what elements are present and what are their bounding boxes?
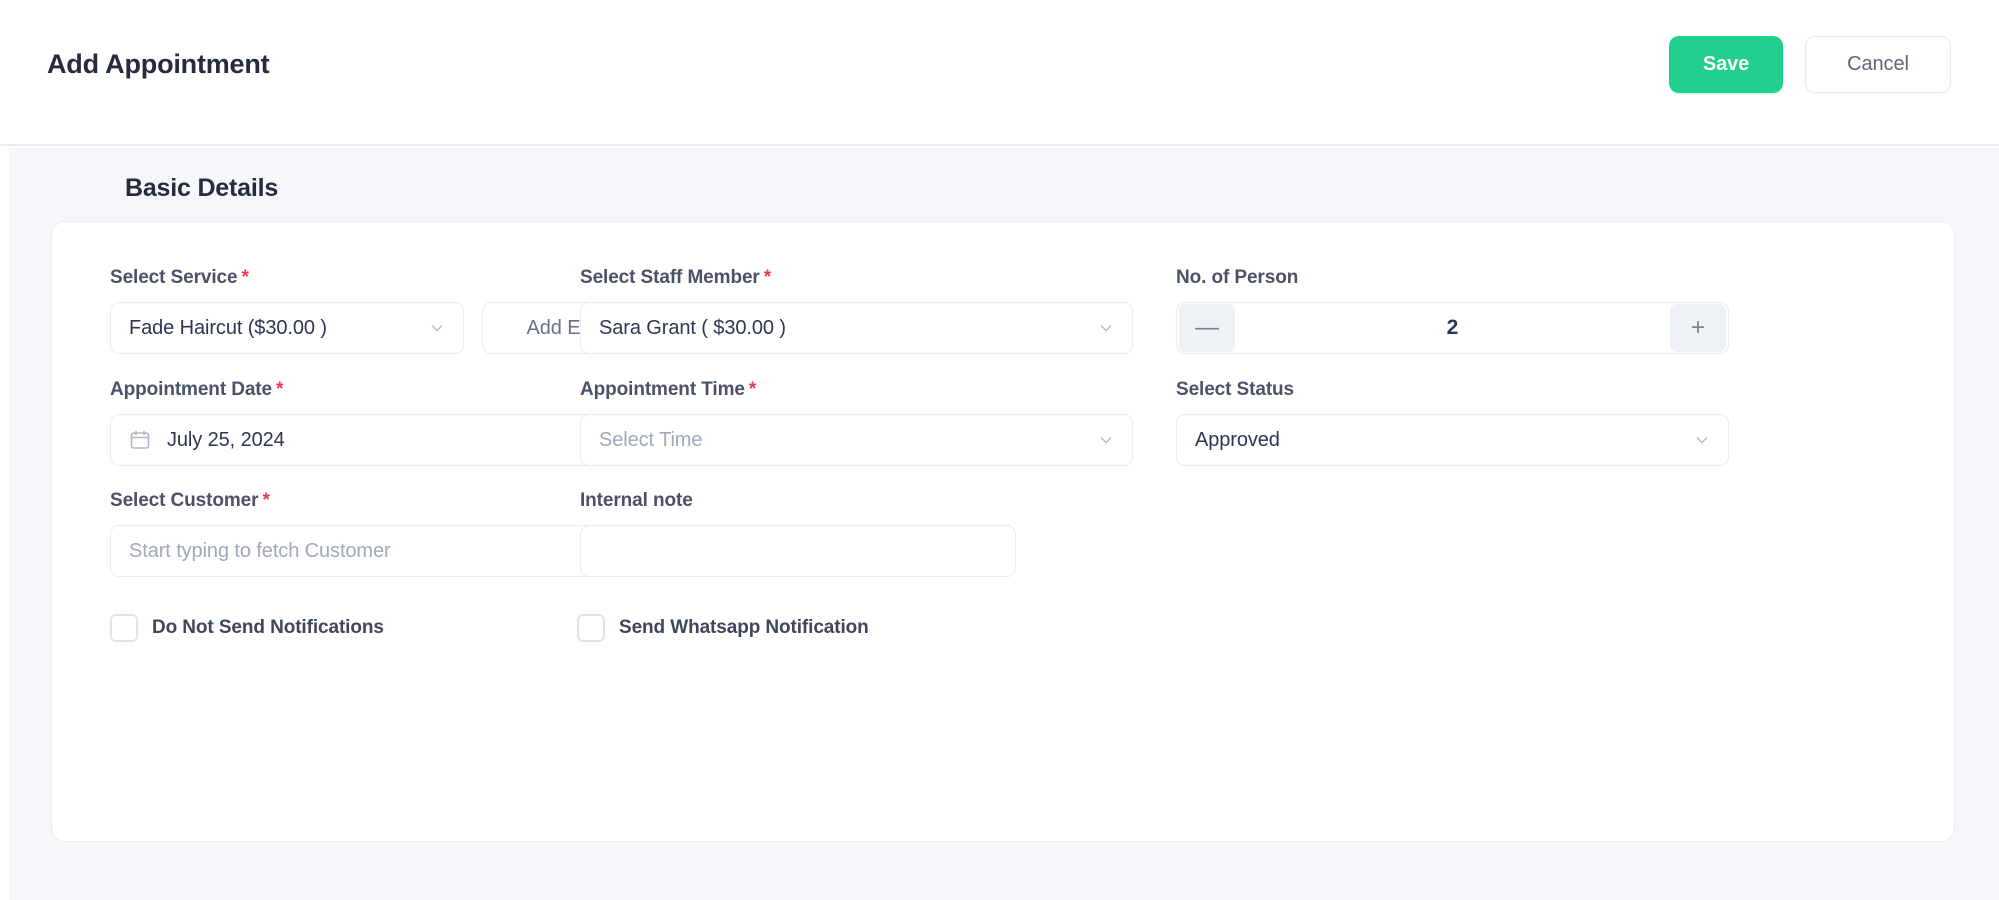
appointment-time-dropdown[interactable]: Select Time [580,414,1133,466]
chevron-down-icon [429,320,445,336]
do-not-send-notifications-label: Do Not Send Notifications [152,617,384,638]
appointment-date-input[interactable]: July 25, 2024 [110,414,604,466]
select-status-dropdown[interactable]: Approved [1176,414,1729,466]
select-service-dropdown[interactable]: Fade Haircut ($30.00 ) [110,302,464,354]
no-of-person-label: No. of Person [1176,267,1299,288]
send-whatsapp-notification-label: Send Whatsapp Notification [619,617,869,638]
internal-note-label: Internal note [580,490,693,511]
header-actions: Save Cancel [1669,36,1951,93]
page-title: Add Appointment [47,49,270,79]
select-customer-input[interactable]: Start typing to fetch Customer [110,525,604,577]
cancel-button[interactable]: Cancel [1805,36,1951,93]
add-appointment-page: Add Appointment Save Cancel Basic Detail… [0,0,1999,900]
select-customer-placeholder: Start typing to fetch Customer [129,539,391,562]
do-not-send-notifications-checkbox[interactable] [110,614,138,642]
select-customer-label: Select Customer * [110,490,270,511]
page-header: Add Appointment Save Cancel [0,0,1999,146]
appointment-time-label: Appointment Time * [580,379,757,400]
decrement-person-button[interactable]: — [1179,304,1235,352]
select-service-label: Select Service * [110,267,249,288]
appointment-time-placeholder: Select Time [599,428,703,451]
chevron-down-icon [1098,320,1114,336]
increment-person-button[interactable]: + [1670,304,1726,352]
section-heading: Basic Details [125,174,279,202]
select-staff-member-dropdown[interactable]: Sara Grant ( $30.00 ) [580,302,1133,354]
person-count-value: 2 [1446,316,1459,339]
chevron-down-icon [1694,432,1710,448]
page-body: Basic Details Select Service * Fade Hairc… [0,148,1999,900]
send-whatsapp-notification-checkbox-row[interactable]: Send Whatsapp Notification [577,614,869,642]
select-status-label: Select Status [1176,379,1295,400]
appointment-date-label: Appointment Date * [110,379,284,400]
save-button[interactable]: Save [1669,36,1783,93]
chevron-down-icon [1098,432,1114,448]
do-not-send-notifications-checkbox-row[interactable]: Do Not Send Notifications [110,614,384,642]
basic-details-card: Select Service * Fade Haircut ($30.00 ) A… [51,221,1955,842]
internal-note-input[interactable] [580,525,1016,577]
calendar-icon [129,429,151,451]
send-whatsapp-notification-checkbox[interactable] [577,614,605,642]
no-of-person-stepper: — 2 + [1176,302,1729,354]
select-staff-member-label: Select Staff Member * [580,267,772,288]
